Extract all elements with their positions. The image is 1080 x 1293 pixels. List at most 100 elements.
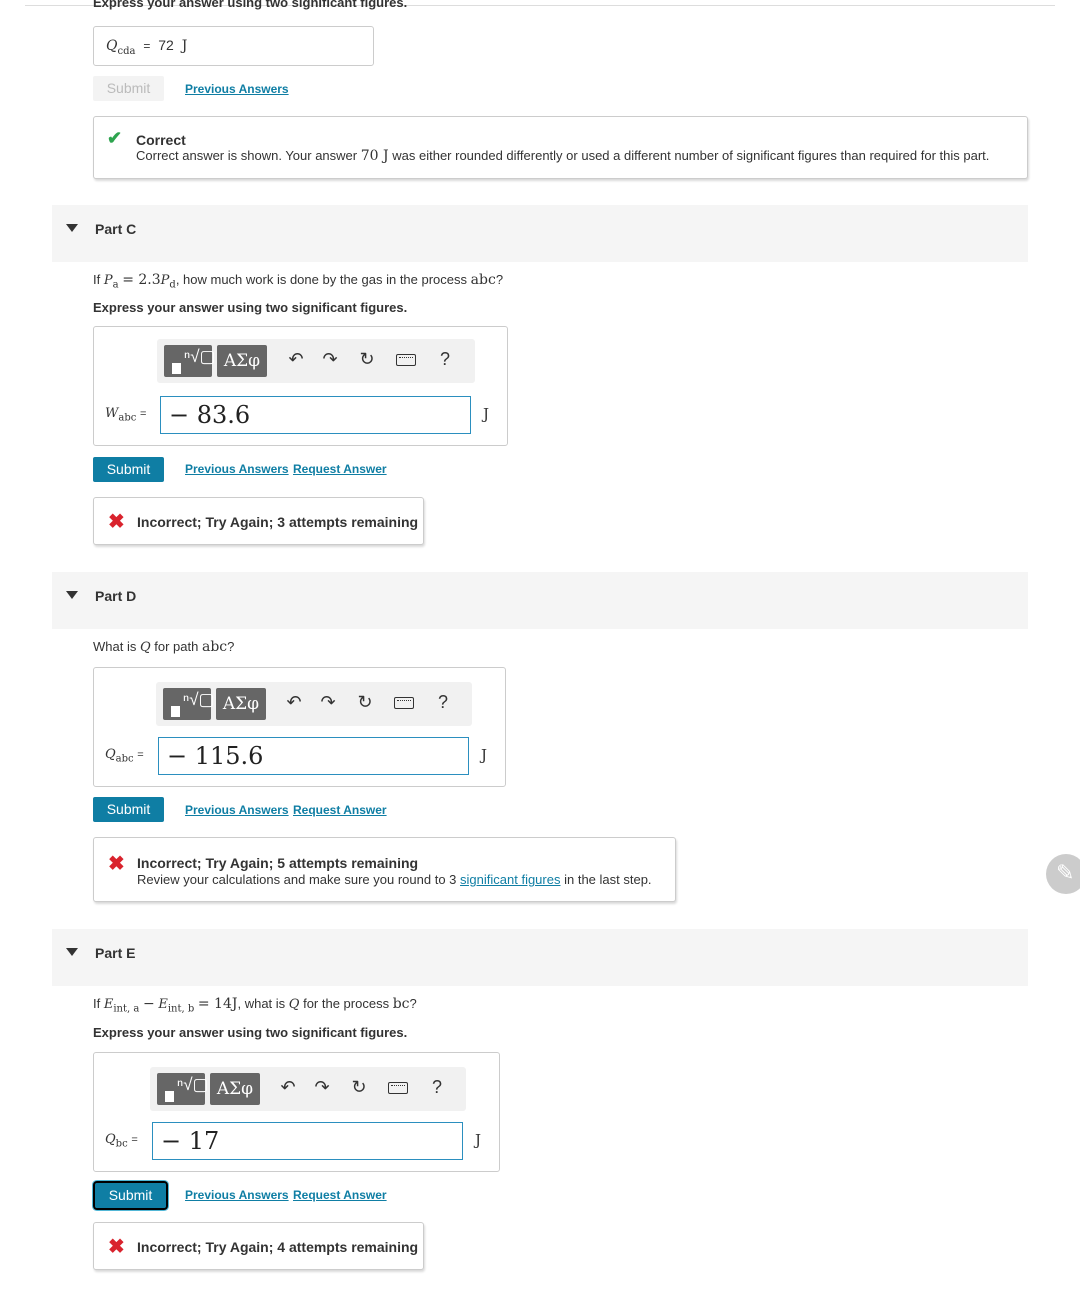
greek-icon[interactable]: ΑΣφ (217, 345, 267, 377)
math-toolbar: ⁿ√▢ ΑΣφ ↶ ↷ ↻ ? (156, 682, 472, 726)
submit-button-disabled[interactable]: Submit (93, 76, 164, 101)
redo-icon[interactable]: ↷ (318, 349, 342, 370)
part-e-label: Part E (95, 945, 136, 961)
feedback-title: Incorrect; Try Again; 3 attempts remaini… (137, 514, 419, 530)
q-end: ? (227, 639, 235, 654)
previous-answers-link[interactable]: Previous Answers (185, 462, 289, 476)
redo-icon[interactable]: ↷ (316, 692, 340, 713)
q-eq: = 2.3 (122, 272, 161, 288)
answer-label: Qabc = (105, 746, 144, 765)
feedback-text-before: Review your calculations and make sure y… (137, 872, 457, 887)
part-e-question: If Eint, a − Eint, b = 14J, what is Q fo… (93, 996, 417, 1015)
var: Q (105, 747, 116, 762)
keyboard-icon[interactable] (388, 1082, 408, 1094)
answer-value: 72 (158, 37, 174, 53)
template-icon[interactable]: ⁿ√▢ (164, 345, 216, 377)
var-sub: bc (115, 1138, 128, 1150)
answer-unit: J (483, 405, 490, 423)
previous-answer-row: Qcda = 72 J (106, 37, 187, 57)
help-icon[interactable]: ? (425, 1077, 449, 1098)
undo-icon[interactable]: ↶ (282, 692, 306, 713)
reset-icon[interactable]: ↻ (355, 349, 379, 370)
part-c-instruction: Express your answer using two significan… (93, 300, 408, 315)
q-var: Q (288, 997, 300, 1012)
answer-input[interactable]: − 115.6 (158, 737, 469, 775)
pencil-icon[interactable]: ✎ (1046, 854, 1080, 894)
reset-icon[interactable]: ↻ (353, 692, 377, 713)
reset-icon[interactable]: ↻ (347, 1077, 371, 1098)
help-icon[interactable]: ? (431, 692, 455, 713)
incorrect-feedback: ✖ Incorrect; Try Again; 3 attempts remai… (93, 497, 424, 545)
q-var: Q (139, 640, 151, 655)
part-c-header[interactable]: Part C (52, 205, 1028, 262)
submit-button[interactable]: Submit (93, 1181, 168, 1210)
undo-icon[interactable]: ↶ (276, 1077, 300, 1098)
q-rest: , how much work is done by the gas in th… (175, 272, 468, 287)
feedback-text: Correct answer is shown. Your answer 70 … (136, 148, 989, 164)
instruction-cutoff: Express your answer using two significan… (93, 0, 408, 10)
q-proc: bc (392, 996, 410, 1012)
q-rest: , what is (237, 996, 286, 1011)
check-icon: ✔ (107, 128, 123, 148)
previous-answers-link[interactable]: Previous Answers (185, 82, 289, 96)
q-if: If (93, 272, 101, 287)
feedback-title: Incorrect; Try Again; 4 attempts remaini… (137, 1239, 419, 1255)
q-minus: − (142, 996, 155, 1012)
incorrect-feedback: ✖ Incorrect; Try Again; 4 attempts remai… (93, 1222, 424, 1270)
significant-figures-link[interactable]: significant figures (460, 872, 560, 887)
undo-icon[interactable]: ↶ (284, 349, 308, 370)
math-toolbar: ⁿ√▢ ΑΣφ ↶ ↷ ↻ ? (150, 1067, 466, 1111)
q-pa-sub: a (112, 279, 119, 291)
keyboard-icon[interactable] (396, 354, 416, 366)
request-answer-link[interactable]: Request Answer (293, 462, 387, 476)
template-icon[interactable]: ⁿ√▢ (163, 688, 215, 720)
answer-input[interactable]: − 83.6 (160, 396, 471, 434)
part-d-header[interactable]: Part D (52, 572, 1028, 629)
part-d-answer-box: ⁿ√▢ ΑΣφ ↶ ↷ ↻ ? Qabc = − 115.6 J (93, 667, 506, 787)
x-icon: ✖ (108, 1236, 125, 1258)
collapse-triangle-icon[interactable] (66, 591, 78, 599)
q-e1-sub: int, a (113, 1003, 140, 1015)
equals: = (139, 408, 147, 420)
collapse-triangle-icon[interactable] (66, 224, 78, 232)
q-eq: = 14J (197, 996, 238, 1012)
q-rest: for path (154, 639, 199, 654)
feedback-title: Correct (136, 132, 186, 148)
part-e-answer-box: ⁿ√▢ ΑΣφ ↶ ↷ ↻ ? Qbc = − 17 J (93, 1052, 500, 1172)
answer-unit: J (475, 1131, 482, 1149)
q-if: If (93, 996, 101, 1011)
x-icon: ✖ (108, 511, 125, 533)
template-icon[interactable]: ⁿ√▢ (157, 1073, 209, 1105)
part-d-question: What is Q for path abc? (93, 639, 234, 655)
var: W (105, 406, 119, 421)
part-c-question: If Pa = 2.3Pd, how much work is done by … (93, 272, 503, 291)
part-e-header[interactable]: Part E (52, 929, 1028, 986)
answer-input[interactable]: − 17 (152, 1122, 463, 1160)
q-end: ? (409, 996, 417, 1011)
keyboard-icon[interactable] (394, 697, 414, 709)
q-proc: abc (470, 272, 496, 288)
q-what: What is (93, 639, 137, 654)
submit-button[interactable]: Submit (93, 457, 164, 482)
previous-answers-link[interactable]: Previous Answers (185, 803, 289, 817)
q-proc: abc (201, 639, 228, 655)
feedback-text-value: 70 J (360, 148, 389, 164)
redo-icon[interactable]: ↷ (310, 1077, 334, 1098)
q-pa: P (103, 273, 113, 288)
greek-icon[interactable]: ΑΣφ (210, 1073, 260, 1105)
feedback-text-before: Correct answer is shown. Your answer (136, 148, 358, 163)
q-e1: E (103, 997, 114, 1012)
part-c-label: Part C (95, 221, 137, 237)
part-c-answer-box: ⁿ√▢ ΑΣφ ↶ ↷ ↻ ? Wabc = − 83.6 J (93, 326, 508, 446)
answer-unit: J (181, 38, 188, 54)
feedback-text-after: was either rounded differently or used a… (392, 148, 990, 163)
previous-answers-link[interactable]: Previous Answers (185, 1188, 289, 1202)
request-answer-link[interactable]: Request Answer (293, 803, 387, 817)
submit-button[interactable]: Submit (93, 797, 164, 822)
collapse-triangle-icon[interactable] (66, 948, 78, 956)
greek-icon[interactable]: ΑΣφ (216, 688, 266, 720)
request-answer-link[interactable]: Request Answer (293, 1188, 387, 1202)
answer-unit: J (481, 746, 488, 764)
answer-equals: = (143, 39, 151, 53)
help-icon[interactable]: ? (433, 349, 457, 370)
